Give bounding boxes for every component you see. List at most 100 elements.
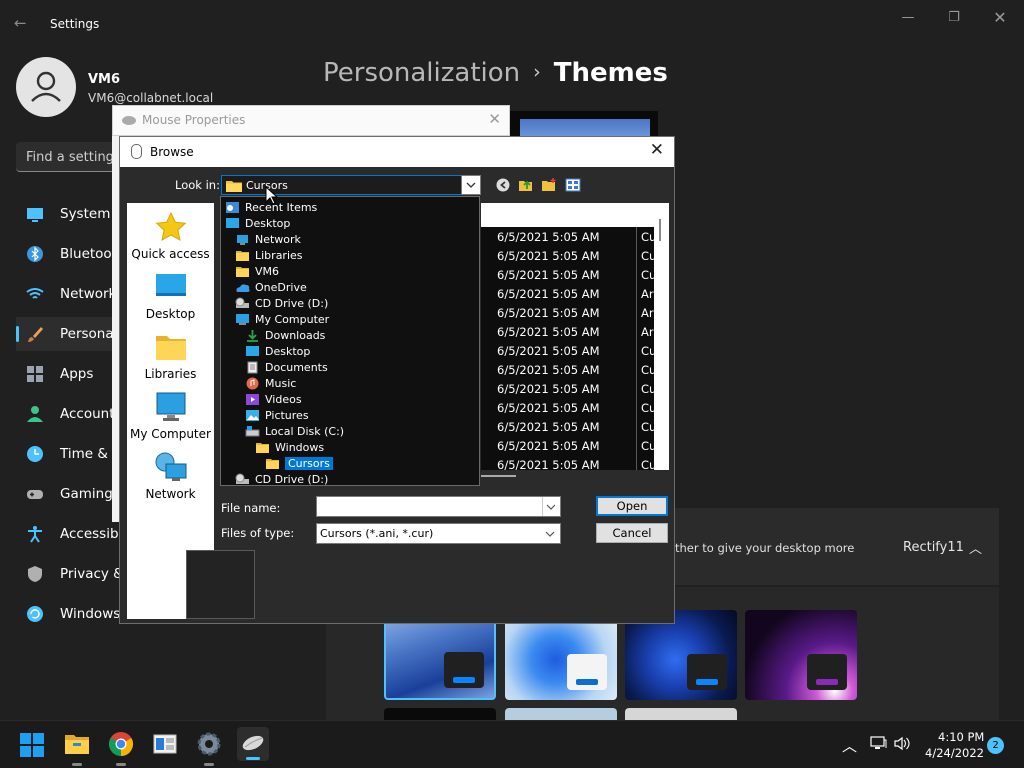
view-menu-icon[interactable]: [565, 177, 581, 193]
dropdown-item[interactable]: CD Drive (D:): [235, 295, 328, 311]
new-folder-icon[interactable]: [541, 177, 557, 193]
file-row[interactable]: 6/5/2021 5:05 AM Cu: [497, 382, 656, 396]
account-icon: [26, 405, 44, 423]
dropdown-item-label: Downloads: [265, 328, 326, 342]
clock-time[interactable]: 4:10 PM: [938, 730, 984, 744]
settings-icon[interactable]: [196, 731, 222, 766]
nav-item[interactable]: System: [16, 197, 120, 231]
minimize-button[interactable]: —: [898, 8, 918, 28]
file-row[interactable]: 6/5/2021 5:05 AM Cu: [497, 344, 656, 358]
open-button[interactable]: Open: [596, 496, 668, 516]
computer-icon: [235, 313, 250, 326]
network-status-icon[interactable]: [870, 736, 887, 751]
nav-item[interactable]: Windows Update: [16, 597, 120, 631]
files-of-type-select[interactable]: Cursors (*.ani, *.cur): [316, 523, 561, 544]
vertical-scrollbar[interactable]: [654, 203, 669, 487]
theme-badge: [807, 654, 847, 690]
chevron-up-icon[interactable]: ︿: [969, 538, 982, 557]
dropdown-item[interactable]: Music: [245, 375, 296, 391]
mouse-properties-window: Mouse Properties ✕: [112, 105, 510, 136]
dropdown-item[interactable]: Desktop: [225, 215, 290, 231]
place-my-computer[interactable]: My Computer: [127, 391, 214, 441]
dropdown-item[interactable]: Cursors: [265, 455, 333, 471]
nav-item[interactable]: Accessibility: [16, 517, 120, 551]
file-date: 6/5/2021 5:05 AM: [497, 306, 600, 320]
breadcrumb-parent[interactable]: Personalization: [323, 58, 520, 88]
nav-item[interactable]: Personalization: [16, 317, 120, 351]
store-icon[interactable]: [152, 731, 178, 757]
file-row[interactable]: 6/5/2021 5:05 AM Cu: [497, 420, 656, 434]
dropdown-item[interactable]: Videos: [245, 391, 302, 407]
mouse-properties-icon[interactable]: [237, 727, 269, 761]
file-row[interactable]: 6/5/2021 5:05 AM Ar: [497, 287, 654, 301]
dropdown-item[interactable]: VM6: [235, 263, 279, 279]
file-name-input[interactable]: [316, 496, 561, 517]
file-row[interactable]: 6/5/2021 5:05 AM Ar: [497, 306, 654, 320]
close-button[interactable]: ✕: [990, 8, 1010, 28]
dropdown-item[interactable]: Desktop: [245, 343, 310, 359]
dropdown-item-label: Cursors: [285, 456, 333, 470]
maximize-button[interactable]: ❐: [944, 8, 964, 28]
horizontal-scrollbar[interactable]: [481, 470, 669, 487]
file-row[interactable]: 6/5/2021 5:05 AM Cu: [497, 401, 656, 415]
place-label: Network: [145, 487, 196, 501]
theme-tile[interactable]: [745, 610, 857, 700]
chrome-icon[interactable]: [108, 731, 134, 766]
place-network[interactable]: Network: [127, 451, 214, 501]
place-libraries[interactable]: Libraries: [127, 331, 214, 381]
settings-search-input[interactable]: Find a setting: [16, 142, 126, 172]
file-date: 6/5/2021 5:05 AM: [497, 382, 600, 396]
close-button[interactable]: ✕: [488, 110, 501, 128]
look-in-dropdown[interactable]: Recent Items Desktop Network Libraries VM6 On…: [220, 196, 480, 486]
file-row[interactable]: 6/5/2021 5:05 AM Cu: [497, 363, 656, 377]
start-icon[interactable]: [20, 733, 44, 757]
notification-badge[interactable]: 2: [987, 737, 1004, 754]
file-row[interactable]: 6/5/2021 5:05 AM Cu: [497, 439, 656, 453]
network-icon: [154, 451, 188, 483]
file-row[interactable]: 6/5/2021 5:05 AM Cu: [497, 249, 656, 263]
dropdown-item[interactable]: CD Drive (D:): [235, 471, 328, 487]
dropdown-item[interactable]: OneDrive: [235, 279, 307, 295]
taskbar: ︿ 4:10 PM 4/24/2022 2: [0, 720, 1024, 768]
cancel-button[interactable]: Cancel: [596, 523, 668, 543]
dropdown-item[interactable]: Documents: [245, 359, 328, 375]
file-row[interactable]: 6/5/2021 5:05 AM Ar: [497, 325, 654, 339]
nav-item[interactable]: Apps: [16, 357, 120, 391]
file-date: 6/5/2021 5:05 AM: [497, 401, 600, 415]
nav-item[interactable]: Privacy & security: [16, 557, 120, 591]
mouse-icon: [122, 116, 136, 125]
nav-item[interactable]: Accounts: [16, 397, 120, 431]
chevron-down-icon[interactable]: [542, 524, 560, 543]
chevron-down-icon[interactable]: [542, 497, 560, 516]
chevron-down-icon[interactable]: [461, 175, 481, 195]
nav-item[interactable]: Network & internet: [16, 277, 120, 311]
file-explorer-icon[interactable]: [64, 731, 90, 766]
nav-item[interactable]: Bluetooth & devices: [16, 237, 120, 271]
place-desktop[interactable]: Desktop: [127, 271, 214, 321]
nav-item[interactable]: Gaming: [16, 477, 120, 511]
dropdown-item[interactable]: Pictures: [245, 407, 309, 423]
avatar[interactable]: [16, 57, 76, 117]
close-button[interactable]: ✕: [650, 140, 664, 160]
dropdown-item[interactable]: My Computer: [235, 311, 329, 327]
file-list[interactable]: 6/5/2021 5:05 AM Cu 6/5/2021 5:05 AM Cu 6/5/…: [481, 203, 669, 487]
dropdown-item[interactable]: Libraries: [235, 247, 303, 263]
dropdown-item[interactable]: Local Disk (C:): [245, 423, 344, 439]
back-icon[interactable]: [495, 177, 511, 193]
chevron-up-icon[interactable]: ︿: [842, 735, 857, 756]
up-folder-icon[interactable]: [518, 177, 534, 193]
dropdown-item[interactable]: Network: [235, 231, 301, 247]
volume-icon[interactable]: [893, 736, 911, 751]
clock-date[interactable]: 4/24/2022: [925, 746, 984, 760]
app-title: Settings: [50, 17, 100, 31]
file-row[interactable]: 6/5/2021 5:05 AM Cu: [497, 230, 656, 244]
dropdown-item[interactable]: Downloads: [245, 327, 325, 343]
file-date: 6/5/2021 5:05 AM: [497, 230, 600, 244]
file-row[interactable]: 6/5/2021 5:05 AM Cu: [497, 268, 656, 282]
dropdown-item[interactable]: Windows: [255, 439, 324, 455]
look-in-combo[interactable]: Cursors: [221, 175, 481, 195]
place-quick-access[interactable]: Quick access: [127, 211, 214, 261]
nav-item[interactable]: Time & language: [16, 437, 120, 471]
back-arrow-icon[interactable]: ←: [14, 14, 27, 32]
file-name-label: File name:: [221, 501, 281, 515]
